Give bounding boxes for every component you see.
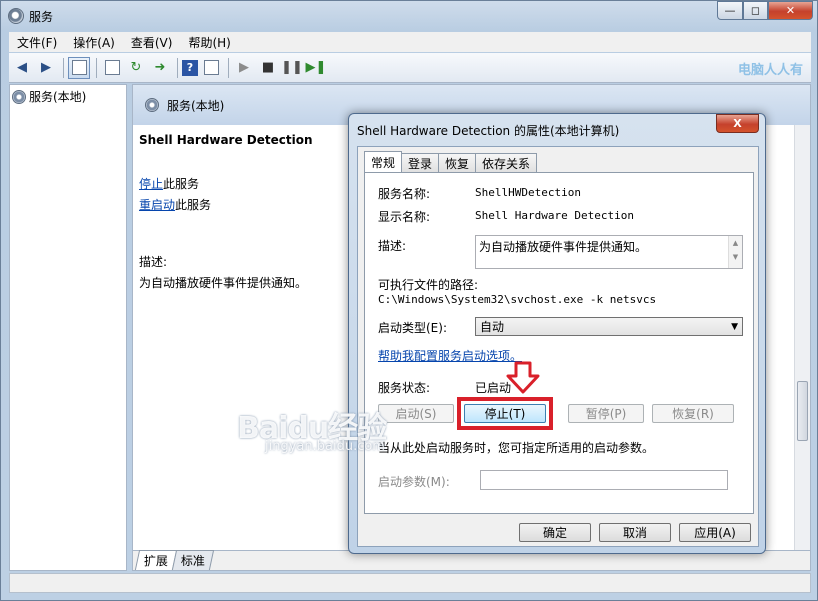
title-bar[interactable]: 服务 — ◻ ✕ (1, 1, 817, 31)
toolbar-separator (96, 57, 97, 78)
action-pane-icon[interactable] (200, 57, 222, 79)
show-hide-console-tree-icon[interactable] (68, 56, 90, 79)
menu-action[interactable]: 操作(A) (65, 34, 123, 51)
tab-dependencies[interactable]: 依存关系 (475, 153, 538, 172)
start-service-icon[interactable]: ▶ (233, 57, 255, 79)
menu-help[interactable]: 帮助(H) (180, 34, 238, 51)
pause-service-icon[interactable]: ❚❚ (281, 57, 303, 79)
properties-dialog: Shell Hardware Detection 的属性(本地计算机) X 常规… (348, 113, 766, 554)
description-value: 为自动播放硬件事件提供通知。 (479, 240, 648, 254)
textarea-scrollbar[interactable]: ▲ ▼ (728, 236, 742, 268)
console-tree: 服务(本地) (9, 84, 127, 571)
general-tab-page: 服务名称: ShellHWDetection 显示名称: Shell Hardw… (364, 172, 754, 514)
help-config-link[interactable]: 帮助我配置服务启动选项。 (378, 347, 522, 364)
startup-type-value: 自动 (480, 320, 505, 334)
service-name-heading: Shell Hardware Detection (139, 133, 313, 147)
minimize-button[interactable]: — (717, 1, 743, 20)
menu-view[interactable]: 查看(V) (123, 34, 181, 51)
stop-button[interactable]: 停止(T) (464, 404, 546, 423)
forward-arrow-icon[interactable]: ▶ (35, 57, 57, 79)
service-name-label: 服务名称: (378, 187, 431, 201)
apply-button[interactable]: 应用(A) (679, 523, 751, 542)
chevron-down-icon: ▼ (731, 322, 738, 332)
dialog-close-button[interactable]: X (716, 114, 759, 133)
pane-header-title: 服务(本地) (167, 98, 225, 113)
watermark-top: 电脑人人有 (737, 63, 803, 78)
tree-item-label: 服务(本地) (29, 90, 87, 104)
refresh-icon[interactable]: ↻ (125, 57, 147, 79)
menu-bar: 文件(F) 操作(A) 查看(V) 帮助(H) (9, 32, 811, 52)
description-label: 描述: (378, 239, 407, 253)
window-title: 服务 (29, 10, 54, 24)
properties-icon[interactable] (101, 57, 123, 79)
restart-service-icon[interactable]: ▶❚ (305, 57, 327, 79)
cancel-button[interactable]: 取消 (599, 523, 671, 542)
display-name-label: 显示名称: (378, 210, 431, 224)
toolbar-separator (63, 57, 64, 78)
restart-service-link[interactable]: 重启动 (139, 198, 175, 212)
tab-logon[interactable]: 登录 (401, 153, 440, 172)
services-window: 服务 — ◻ ✕ 文件(F) 操作(A) 查看(V) 帮助(H) ◀ ▶ ↻ ➜… (0, 0, 818, 601)
maximize-button[interactable]: ◻ (743, 1, 768, 20)
description-textarea[interactable]: 为自动播放硬件事件提供通知。 ▲ ▼ (475, 235, 743, 269)
toolbar-separator (177, 57, 178, 78)
toolbar: ◀ ▶ ↻ ➜ ? ▶ ■ ❚❚ ▶❚ (9, 53, 811, 83)
stop-service-link[interactable]: 停止 (139, 177, 163, 191)
menu-file[interactable]: 文件(F) (9, 34, 65, 51)
start-param-input[interactable] (480, 470, 728, 490)
services-gear-icon (8, 8, 24, 24)
service-detail: Shell Hardware Detection 停止此服务 重启动此服务 描述… (139, 133, 339, 291)
status-bar (9, 573, 811, 593)
dialog-tabs: 常规 登录 恢复 依存关系 (364, 151, 538, 172)
restart-service-suffix: 此服务 (175, 198, 212, 212)
tree-item-services-local[interactable]: 服务(本地) (12, 88, 86, 105)
description-text: 为自动播放硬件事件提供通知。 (139, 276, 308, 290)
service-status-label: 服务状态: (378, 381, 431, 395)
services-gear-icon (12, 89, 26, 104)
stop-service-suffix: 此服务 (163, 177, 200, 191)
start-param-hint: 当从此处启动服务时，您可指定所适用的启动参数。 (378, 441, 655, 455)
dialog-title: Shell Hardware Detection 的属性(本地计算机) (357, 124, 620, 138)
resume-button[interactable]: 恢复(R) (652, 404, 734, 423)
startup-type-select[interactable]: 自动 ▼ (475, 317, 743, 336)
divider (378, 369, 742, 370)
toolbar-separator (228, 57, 229, 78)
red-down-arrow-icon (506, 361, 540, 394)
start-button[interactable]: 启动(S) (378, 404, 454, 423)
baidu-watermark-url: jingyan.baidu.com (265, 439, 385, 454)
exe-path-label: 可执行文件的路径: (378, 278, 479, 292)
tab-general[interactable]: 常规 (364, 151, 403, 172)
help-icon[interactable]: ? (182, 59, 198, 76)
tab-extended[interactable]: 扩展 (134, 550, 178, 570)
display-name-value: Shell Hardware Detection (475, 209, 634, 222)
description-label: 描述: (139, 255, 168, 269)
export-list-icon[interactable]: ➜ (149, 57, 171, 79)
close-button[interactable]: ✕ (768, 1, 813, 20)
pause-button[interactable]: 暂停(P) (568, 404, 644, 423)
services-gear-icon (145, 98, 159, 112)
tab-recovery[interactable]: 恢复 (438, 153, 477, 172)
tab-standard[interactable]: 标准 (171, 550, 215, 570)
start-param-label: 启动参数(M): (378, 475, 450, 489)
back-arrow-icon[interactable]: ◀ (11, 57, 33, 79)
scrollbar-thumb[interactable] (797, 381, 808, 441)
service-name-value: ShellHWDetection (475, 186, 581, 199)
dialog-body: 常规 登录 恢复 依存关系 服务名称: ShellHWDetection 显示名… (357, 146, 759, 547)
startup-type-label: 启动类型(E): (378, 321, 447, 335)
vertical-scrollbar[interactable]: ▼ (794, 125, 810, 570)
ok-button[interactable]: 确定 (519, 523, 591, 542)
exe-path-value: C:\Windows\System32\svchost.exe -k netsv… (378, 293, 657, 306)
stop-service-icon[interactable]: ■ (257, 57, 279, 79)
